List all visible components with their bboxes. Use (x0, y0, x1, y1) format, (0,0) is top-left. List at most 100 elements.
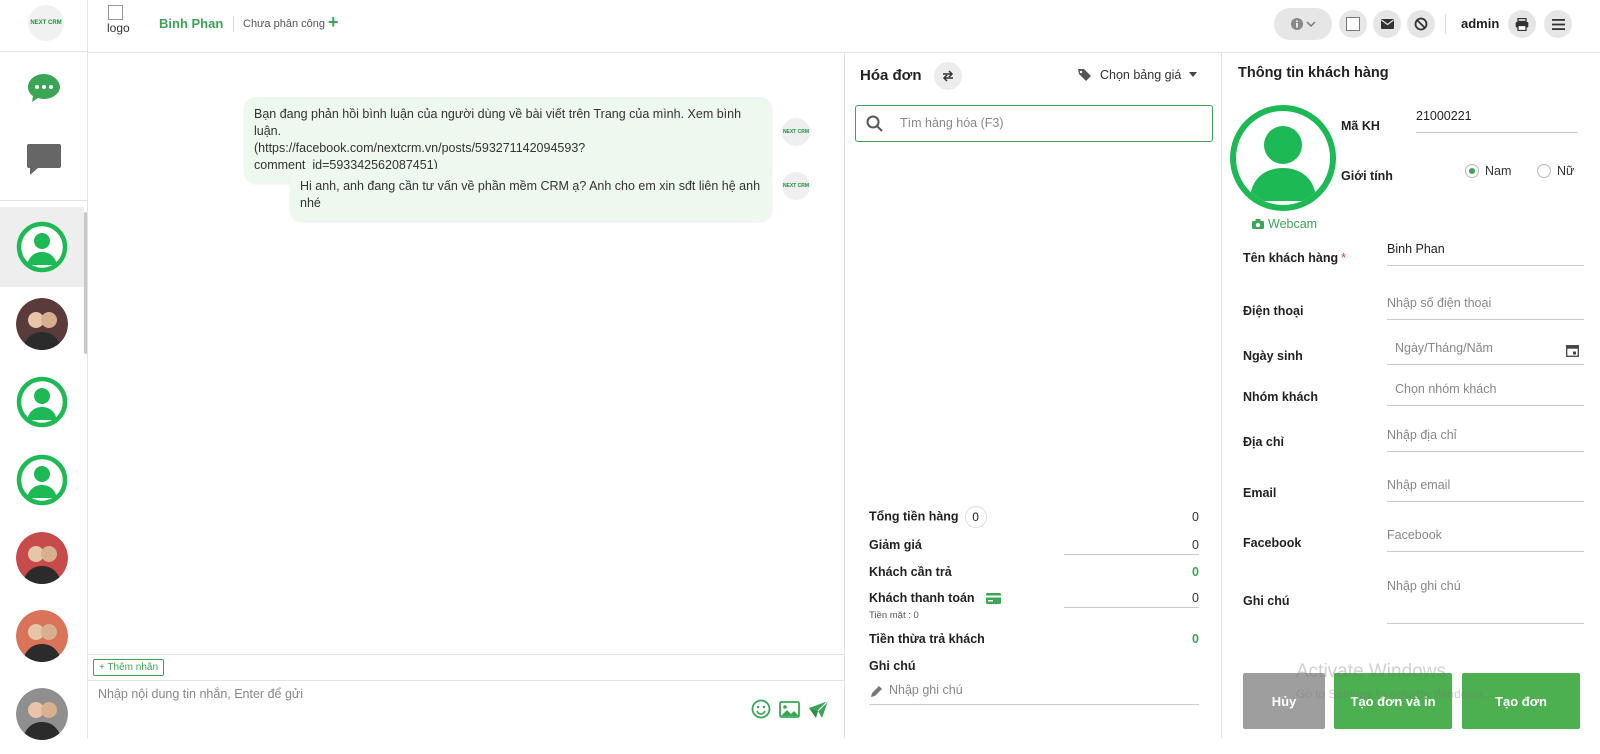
discount-underline (1064, 554, 1199, 555)
due-value: 0 (1192, 565, 1199, 579)
address-label: Địa chỉ (1243, 435, 1284, 449)
name-label-text: Tên khách hàng (1243, 251, 1339, 265)
brand-logo[interactable]: NEXT CRM (28, 5, 64, 41)
conversation-item[interactable] (0, 596, 84, 676)
avatar (16, 532, 68, 584)
facebook-input[interactable] (1387, 528, 1577, 542)
invoice-note-field[interactable] (869, 681, 1199, 705)
code-input[interactable] (1416, 109, 1600, 123)
status-dropdown[interactable] (1274, 8, 1332, 40)
logo-placeholder-icon (108, 5, 123, 20)
current-user[interactable]: admin (1461, 16, 1499, 31)
calendar-icon[interactable] (1566, 344, 1579, 357)
printer-icon (1515, 17, 1529, 31)
name-label: Tên khách hàng * (1243, 251, 1346, 265)
dob-field[interactable] (1387, 335, 1584, 365)
activate-windows-watermark: Activate Windows (1296, 661, 1446, 682)
avatar (16, 454, 68, 506)
dob-input[interactable] (1395, 341, 1555, 355)
phone-label: Điện thoại (1243, 304, 1304, 318)
switch-invoice-button[interactable] (934, 62, 962, 90)
email-field[interactable] (1387, 472, 1584, 502)
create-order-button[interactable]: Tạo đơn (1462, 673, 1580, 729)
rail-logo-area: NEXT CRM (0, 0, 88, 52)
paper-plane-icon (808, 700, 828, 718)
conversation-item[interactable] (0, 284, 84, 364)
change-row: Tiền thừa trả khách 0 (869, 632, 1199, 646)
radio-unchecked-icon (1537, 164, 1551, 178)
product-search-box[interactable] (855, 105, 1213, 142)
rail-divider (0, 200, 88, 201)
rail-scrollbar[interactable] (84, 212, 87, 354)
total-value: 0 (1192, 510, 1199, 524)
paid-input[interactable]: 0 (1192, 591, 1199, 605)
contact-name[interactable]: Binh Phan (159, 16, 223, 31)
envelope-icon (1380, 19, 1394, 29)
discount-input[interactable]: 0 (1192, 538, 1199, 552)
product-search-input[interactable] (900, 116, 1200, 130)
block-button[interactable] (1407, 10, 1435, 38)
webcam-button[interactable]: Webcam (1252, 217, 1317, 231)
logo-alt-text: logo (107, 21, 130, 35)
invoice-title: Hóa đơn (860, 67, 922, 84)
message-square-icon[interactable] (24, 140, 64, 180)
code-field[interactable] (1416, 103, 1600, 133)
credit-card-icon[interactable] (986, 593, 1002, 605)
change-value: 0 (1192, 632, 1199, 646)
total-row: Tổng tiền hàng 0 0 (869, 506, 1199, 528)
customer-note-label: Ghi chú (1243, 594, 1290, 608)
discount-label: Giảm giá (869, 538, 922, 552)
checkbox-toggle-button[interactable] (1339, 10, 1367, 38)
group-input[interactable] (1395, 382, 1585, 396)
customer-note-field[interactable] (1387, 573, 1584, 624)
emoji-button[interactable] (750, 698, 772, 720)
gender-male-radio[interactable]: Nam (1465, 164, 1511, 178)
hamburger-icon (1551, 18, 1565, 30)
gender-female-radio[interactable]: Nữ (1537, 164, 1574, 178)
code-label: Mã KH (1341, 119, 1380, 133)
invoice-note-input[interactable] (889, 683, 1189, 697)
chat-divider (88, 654, 844, 655)
invoice-panel: Hóa đơn Chọn bảng giá Tổng tiền hàng0 0 … (845, 53, 1221, 738)
image-upload-button[interactable] (778, 698, 800, 720)
phone-input[interactable] (1387, 296, 1577, 310)
left-rail: NEXT CRM (0, 0, 88, 740)
chevron-down-icon (1305, 21, 1316, 28)
name-field[interactable] (1387, 236, 1584, 266)
sender-avatar: NEXT CRM (782, 118, 810, 146)
avatar (16, 376, 68, 428)
conversation-item[interactable] (0, 518, 84, 598)
conversation-item[interactable] (0, 362, 84, 442)
group-select[interactable] (1387, 376, 1585, 406)
message-input[interactable] (98, 687, 698, 701)
add-assign-icon[interactable]: + (328, 12, 339, 33)
header-divider (233, 16, 234, 32)
conversation-item[interactable] (0, 674, 84, 754)
chat-panel: Bạn đang phản hồi bình luận của người dù… (88, 53, 845, 738)
avatar (16, 610, 68, 662)
send-button[interactable] (807, 698, 829, 720)
dob-label: Ngày sinh (1243, 349, 1303, 363)
radio-checked-icon (1465, 164, 1479, 178)
conversation-item[interactable] (0, 207, 84, 287)
add-tag-button[interactable]: + Thêm nhãn (93, 659, 165, 676)
comment-bubble-icon[interactable] (24, 68, 64, 108)
brand-logo-text: NEXT CRM (30, 20, 62, 26)
price-list-select[interactable]: Chọn bảng giá (1077, 68, 1198, 82)
customer-note-input[interactable] (1387, 579, 1577, 593)
address-field[interactable] (1387, 422, 1584, 452)
phone-field[interactable] (1387, 290, 1584, 320)
name-input[interactable] (1387, 242, 1577, 256)
customer-avatar[interactable] (1230, 105, 1336, 211)
email-input[interactable] (1387, 478, 1577, 492)
price-list-label: Chọn bảng giá (1100, 68, 1182, 82)
address-input[interactable] (1387, 428, 1577, 442)
mail-button[interactable] (1373, 10, 1401, 38)
header-divider-right (1445, 14, 1446, 34)
print-button[interactable] (1508, 10, 1536, 38)
search-icon (866, 115, 883, 132)
menu-button[interactable] (1544, 10, 1572, 38)
assign-status[interactable]: Chưa phân công (243, 18, 325, 30)
conversation-item[interactable] (0, 440, 84, 520)
facebook-field[interactable] (1387, 522, 1584, 552)
